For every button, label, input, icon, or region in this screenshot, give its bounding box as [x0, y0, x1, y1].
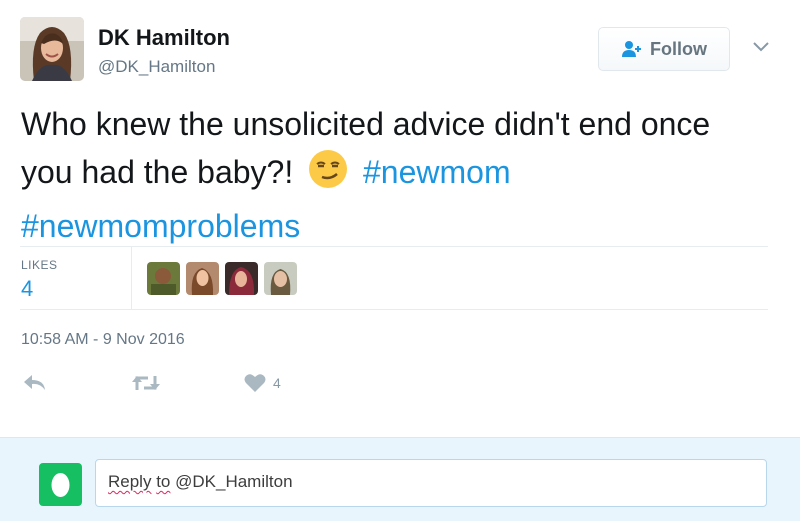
my-avatar [39, 463, 82, 506]
follow-button[interactable]: Follow [598, 27, 730, 71]
divider [20, 246, 768, 247]
tweet-timestamp[interactable]: 10:58 AM - 9 Nov 2016 [21, 331, 185, 349]
author-name[interactable]: DK Hamilton [98, 25, 230, 51]
author-avatar[interactable] [20, 17, 84, 81]
liker-avatar[interactable] [186, 262, 219, 295]
hashtag-link[interactable]: #newmom [363, 154, 511, 190]
follow-user-icon [621, 40, 643, 58]
reply-word: Reply [108, 472, 152, 491]
hashtag-link[interactable]: #newmomproblems [21, 208, 300, 244]
to-word: to [156, 472, 171, 491]
author-handle[interactable]: @DK_Hamilton [98, 57, 215, 77]
liker-avatar[interactable] [225, 262, 258, 295]
heart-icon[interactable] [243, 372, 267, 399]
liker-avatar[interactable] [264, 262, 297, 295]
reply-area: Reply to @DK_Hamilton [0, 437, 800, 521]
divider [131, 247, 132, 309]
likes-count[interactable]: 4 [21, 276, 33, 302]
smirking-face-emoji-icon [308, 149, 348, 202]
liker-avatar[interactable] [147, 262, 180, 295]
like-count: 4 [273, 375, 281, 391]
reply-mention: @DK_Hamilton [175, 472, 293, 491]
divider [20, 309, 768, 310]
follow-button-label: Follow [650, 38, 707, 59]
chevron-down-icon[interactable] [752, 40, 770, 52]
reply-input[interactable]: Reply to @DK_Hamilton [95, 459, 767, 507]
reply-icon[interactable] [22, 372, 48, 399]
tweet-text: Who knew the unsolicited advice didn't e… [21, 100, 761, 250]
retweet-icon[interactable] [131, 372, 161, 399]
likes-label: LIKES [21, 258, 58, 272]
